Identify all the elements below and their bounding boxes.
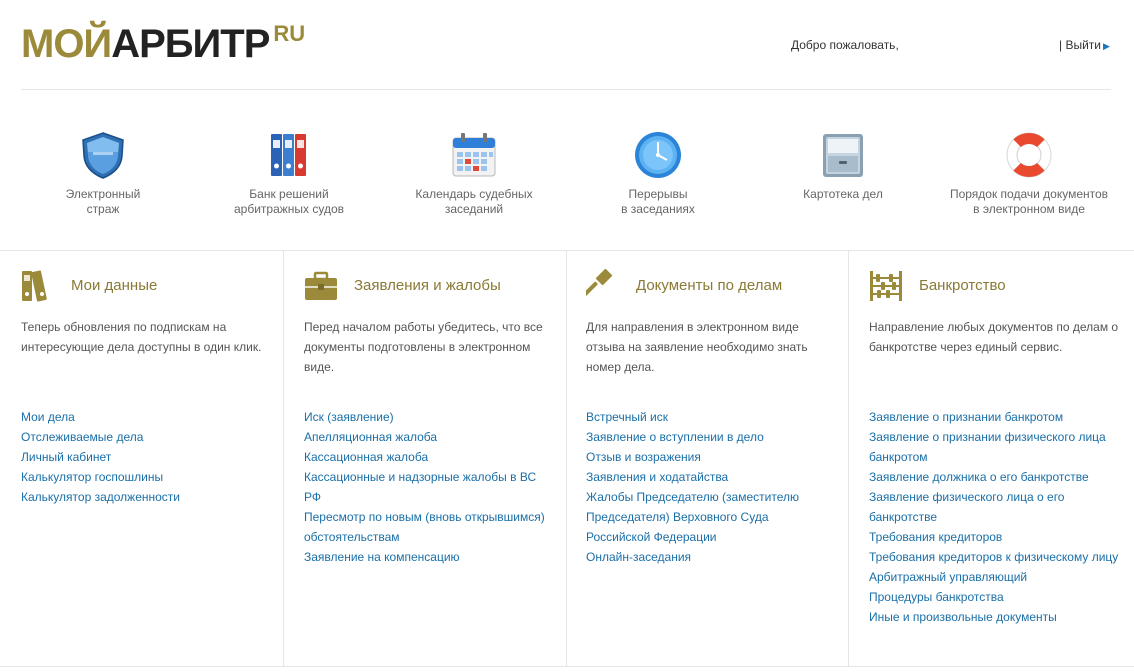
- link-debt-calculator[interactable]: Калькулятор задолженности: [21, 487, 271, 507]
- link-supreme-court-complaints[interactable]: Кассационные и надзорные жалобы в ВС РФ: [304, 467, 554, 507]
- service-label: Электронный страж: [65, 187, 141, 216]
- service-electronic-guard[interactable]: Электронный страж: [8, 130, 198, 217]
- link-arbitration-manager[interactable]: Арбитражный управляющий: [869, 567, 1119, 587]
- column-divider: [283, 251, 284, 667]
- binders-icon: [271, 134, 306, 176]
- service-court-calendar[interactable]: Календарь судебных заседаний: [379, 130, 569, 217]
- abacus-icon: [870, 271, 902, 301]
- column-links: Встречный иск Заявление о вступлении в д…: [586, 407, 836, 567]
- link-appeal[interactable]: Апелляционная жалоба: [304, 427, 554, 447]
- service-breaks[interactable]: Перерывы в заседаниях: [563, 130, 753, 217]
- column-header[interactable]: Заявления и жалобы: [304, 269, 584, 303]
- link-compensation[interactable]: Заявление на компенсацию: [304, 547, 554, 567]
- services-row: Электронный страж Банк решений арбитражн…: [0, 90, 1134, 250]
- briefcase-icon: [305, 271, 337, 300]
- column-header[interactable]: Документы по делам: [586, 269, 866, 303]
- link-counterclaim[interactable]: Встречный иск: [586, 407, 836, 427]
- column-description: Направление любых документов по делам о …: [869, 320, 1119, 354]
- bottom-divider: [0, 666, 1134, 667]
- column-case-documents: Документы по делам Для направления в эле…: [586, 251, 846, 667]
- lifebuoy-icon: [1006, 132, 1052, 178]
- link-fee-calculator[interactable]: Калькулятор госпошлины: [21, 467, 271, 487]
- link-my-cases[interactable]: Мои дела: [21, 407, 271, 427]
- column-divider: [848, 251, 849, 667]
- service-label: Картотека дел: [803, 187, 883, 201]
- column-title: Мои данные: [71, 277, 158, 294]
- link-tracked-cases[interactable]: Отслеживаемые дела: [21, 427, 271, 447]
- link-individual-own-bankruptcy[interactable]: Заявление физического лица о его банкрот…: [869, 487, 1119, 527]
- service-decisions-bank[interactable]: Банк решений арбитражных судов: [194, 130, 384, 217]
- service-label: Порядок подачи документов в электронном …: [949, 187, 1109, 216]
- header: МОЙАРБИТР RU Добро пожаловать, | Выйти ▶: [0, 0, 1134, 90]
- link-personal-account[interactable]: Личный кабинет: [21, 447, 271, 467]
- logo-part-3: RU: [273, 21, 306, 46]
- link-review[interactable]: Пересмотр по новым (вновь открывшимся) о…: [304, 507, 554, 547]
- service-label: Календарь судебных заседаний: [415, 187, 533, 216]
- link-debtor-bankruptcy[interactable]: Заявление должника о его банкротстве: [869, 467, 1119, 487]
- file-cabinet-icon: [823, 134, 863, 177]
- column-description: Для направления в электронном виде отзыв…: [586, 320, 808, 374]
- logout-link[interactable]: | Выйти ▶: [1059, 38, 1110, 52]
- link-individual-bankruptcy[interactable]: Заявление о признании физического лица б…: [869, 427, 1119, 467]
- calendar-icon: [452, 133, 496, 177]
- column-claims: Заявления и жалобы Перед началом работы …: [304, 251, 564, 667]
- shield-icon: [82, 132, 124, 179]
- column-header[interactable]: Мои данные: [21, 269, 301, 303]
- link-bankruptcy-procedures[interactable]: Процедуры банкротства: [869, 587, 1119, 607]
- logo-part-2: АРБИТР: [111, 22, 270, 66]
- site-logo[interactable]: МОЙАРБИТР RU: [21, 21, 306, 66]
- welcome-text: Добро пожаловать,: [791, 38, 899, 52]
- link-join-case[interactable]: Заявление о вступлении в дело: [586, 427, 836, 447]
- column-divider: [566, 251, 567, 667]
- column-title: Банкротство: [919, 277, 1006, 294]
- column-description: Теперь обновления по подпискам на интере…: [21, 320, 262, 354]
- service-label: Перерывы в заседаниях: [621, 187, 695, 216]
- link-online-hearings[interactable]: Онлайн-заседания: [586, 547, 836, 567]
- link-lawsuit[interactable]: Иск (заявление): [304, 407, 554, 427]
- link-other-documents[interactable]: Иные и произвольные документы: [869, 607, 1119, 627]
- service-case-files[interactable]: Картотека дел: [748, 130, 938, 202]
- arrow-right-icon: ▶: [1102, 41, 1110, 51]
- link-response-objections[interactable]: Отзыв и возражения: [586, 447, 836, 467]
- logout-label: | Выйти: [1059, 38, 1101, 52]
- column-links: Мои дела Отслеживаемые дела Личный кабин…: [21, 407, 271, 507]
- column-description: Перед началом работы убедитесь, что все …: [304, 320, 543, 374]
- link-motions[interactable]: Заявления и ходатайства: [586, 467, 836, 487]
- column-links: Заявление о признании банкротом Заявлени…: [869, 407, 1119, 627]
- link-creditor-claims-individual[interactable]: Требования кредиторов к физическому лицу: [869, 547, 1119, 567]
- column-header[interactable]: Банкротство: [869, 269, 1134, 303]
- logo-part-1: МОЙ: [21, 22, 112, 66]
- gavel-icon: [586, 269, 613, 298]
- column-title: Заявления и жалобы: [354, 277, 501, 294]
- link-bankruptcy-declaration[interactable]: Заявление о признании банкротом: [869, 407, 1119, 427]
- link-creditor-claims[interactable]: Требования кредиторов: [869, 527, 1119, 547]
- clock-icon: [635, 132, 681, 178]
- column-my-data: Мои данные Теперь обновления по подписка…: [21, 251, 281, 667]
- service-filing-procedure[interactable]: Порядок подачи документов в электронном …: [934, 130, 1124, 217]
- column-links: Иск (заявление) Апелляционная жалоба Кас…: [304, 407, 554, 567]
- folders-icon: [22, 270, 47, 302]
- link-cassation[interactable]: Кассационная жалоба: [304, 447, 554, 467]
- column-bankruptcy: Банкротство Направление любых документов…: [869, 251, 1124, 667]
- link-chairman-complaints[interactable]: Жалобы Председателю (заместителю Председ…: [586, 487, 836, 547]
- service-label: Банк решений арбитражных судов: [233, 187, 345, 216]
- column-title: Документы по делам: [636, 277, 783, 294]
